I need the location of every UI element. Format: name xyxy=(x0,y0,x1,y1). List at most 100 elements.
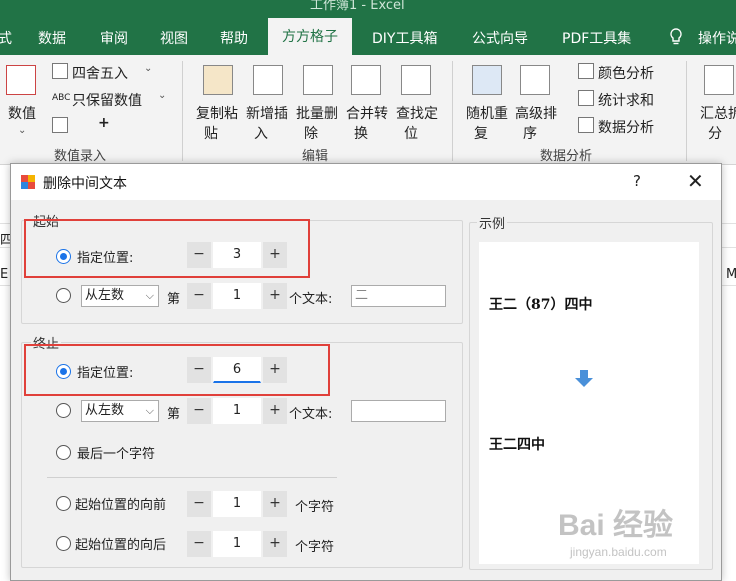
group-label-edit: 编辑 xyxy=(302,149,329,164)
copy-paste-button[interactable]: 复制粘 xyxy=(196,103,238,123)
start-nth-value[interactable]: 1 xyxy=(213,283,261,309)
chars-suffix-label: 个字符 xyxy=(295,540,335,555)
help-button[interactable]: ? xyxy=(633,172,641,190)
merge-convert-icon xyxy=(351,65,381,95)
data-analysis-button[interactable]: 数据分析 xyxy=(598,117,654,137)
di-label: 第 xyxy=(167,407,181,422)
end-before-start-radio[interactable] xyxy=(56,496,71,511)
chevron-down-icon: ⌄ xyxy=(144,63,153,74)
merge-convert-button[interactable]: 合并转 xyxy=(346,103,388,123)
advanced-sort-button[interactable]: 高级排 xyxy=(515,103,557,123)
chevron-down-icon: ⌵ xyxy=(145,289,154,302)
find-locate-button[interactable]: 查找定 xyxy=(396,103,438,123)
numeric-button[interactable]: 数值 xyxy=(8,103,36,123)
increment-button[interactable]: + xyxy=(263,283,287,309)
decrement-button[interactable]: − xyxy=(187,531,211,557)
text-suffix-label: 个文本: xyxy=(289,407,333,422)
plus-icon[interactable]: + xyxy=(98,115,110,131)
round-icon xyxy=(52,63,68,79)
dialog-title: 删除中间文本 xyxy=(43,176,127,192)
text-suffix-label: 个文本: xyxy=(289,292,333,307)
end-after-start-radio[interactable] xyxy=(56,536,71,551)
end-after-start-label: 起始位置的向后 xyxy=(75,538,167,553)
advanced-sort-icon xyxy=(520,65,550,95)
window-title: 工作簿1 - Excel xyxy=(310,0,405,13)
tab-view[interactable]: 视图 xyxy=(160,28,188,48)
start-direction-dropdown[interactable]: 从左数 ⌵ xyxy=(81,285,159,307)
stat-sum-icon xyxy=(578,90,594,106)
ribbon-body: 数值 ⌄ 四舍五入 ⌄ ABC 只保留数值 ⌄ + 数值录入 复制粘 贴 新增插… xyxy=(0,55,736,165)
chars-suffix-label: 个字符 xyxy=(295,500,335,515)
abc-icon: ABC xyxy=(52,93,71,103)
end-after-value[interactable]: 1 xyxy=(213,531,261,557)
end-nth-value[interactable]: 1 xyxy=(213,398,261,424)
summary-icon xyxy=(704,65,734,95)
tab-tell-me[interactable]: 操作说 xyxy=(698,28,736,48)
example-before-text: 王二（87）四中 xyxy=(489,297,593,313)
stat-sum-button[interactable]: 统计求和 xyxy=(598,90,654,110)
di-label: 第 xyxy=(167,292,181,307)
copy-paste-button-line2: 贴 xyxy=(204,126,218,142)
column-header: M xyxy=(726,267,736,282)
end-nth-stepper[interactable]: − 1 + xyxy=(187,398,287,424)
batch-delete-button[interactable]: 批量删 xyxy=(296,103,338,123)
tab-formula-wizard[interactable]: 公式向导 xyxy=(472,28,528,48)
decrement-button[interactable]: − xyxy=(187,283,211,309)
start-from-left-radio[interactable] xyxy=(56,288,71,303)
group-label-data: 数据分析 xyxy=(540,149,593,164)
lightbulb-icon[interactable] xyxy=(668,28,684,50)
start-text-input[interactable]: 二 xyxy=(351,285,446,307)
color-analysis-button[interactable]: 颜色分析 xyxy=(598,63,654,83)
tab-review[interactable]: 审阅 xyxy=(100,28,128,48)
end-last-char-label: 最后一个字符 xyxy=(77,447,156,462)
summary-button[interactable]: 汇总拆 xyxy=(700,103,736,123)
increment-button[interactable]: + xyxy=(263,531,287,557)
ribbon-separator xyxy=(686,61,687,161)
tab-formulas-partial[interactable]: 式 xyxy=(0,28,12,48)
tab-help[interactable]: 帮助 xyxy=(220,28,248,48)
baidu-watermark: Bai 经验 xyxy=(558,509,674,542)
column-header: E xyxy=(0,267,9,282)
end-before-stepper[interactable]: − 1 + xyxy=(187,491,287,517)
tab-diy-toolbox[interactable]: DIY工具箱 xyxy=(372,28,437,48)
summary-button-line2: 分 xyxy=(708,126,722,142)
decrement-button[interactable]: − xyxy=(187,398,211,424)
end-from-left-radio[interactable] xyxy=(56,403,71,418)
tab-pdf-tools[interactable]: PDF工具集 xyxy=(562,28,631,48)
ribbon-separator xyxy=(452,61,453,161)
new-insert-button[interactable]: 新增插 xyxy=(246,103,288,123)
tab-fangfanggezi[interactable]: 方方格子 xyxy=(268,18,352,55)
start-direction-value: 从左数 xyxy=(85,288,125,303)
close-button[interactable]: ✕ xyxy=(687,169,704,193)
arrow-down-icon xyxy=(575,370,593,387)
random-repeat-button-line2: 复 xyxy=(474,126,488,142)
highlight-box xyxy=(24,344,330,396)
end-text-input[interactable] xyxy=(351,400,446,422)
end-before-value[interactable]: 1 xyxy=(213,491,261,517)
ribbon-tab-bar: 工作簿1 - Excel 式 数据 审阅 视图 帮助 方方格子 DIY工具箱 公… xyxy=(0,0,736,55)
tab-data[interactable]: 数据 xyxy=(38,28,66,48)
edit-icon[interactable] xyxy=(52,117,68,133)
round-button[interactable]: 四舍五入 xyxy=(72,63,128,83)
keep-value-button[interactable]: 只保留数值 xyxy=(72,90,142,110)
start-nth-stepper[interactable]: − 1 + xyxy=(187,283,287,309)
divider xyxy=(47,477,337,478)
decrement-button[interactable]: − xyxy=(187,491,211,517)
copy-paste-icon xyxy=(203,65,233,95)
random-repeat-button[interactable]: 随机重 xyxy=(466,103,508,123)
batch-delete-icon xyxy=(303,65,333,95)
ribbon-separator xyxy=(182,61,183,161)
advanced-sort-button-line2: 序 xyxy=(523,126,537,142)
find-locate-icon xyxy=(401,65,431,95)
end-last-char-radio[interactable] xyxy=(56,445,71,460)
example-after-text: 王二四中 xyxy=(489,437,545,453)
increment-button[interactable]: + xyxy=(263,398,287,424)
new-insert-button-line2: 入 xyxy=(254,126,268,142)
increment-button[interactable]: + xyxy=(263,491,287,517)
end-after-stepper[interactable]: − 1 + xyxy=(187,531,287,557)
color-analysis-icon xyxy=(578,63,594,79)
example-group-label: 示例 xyxy=(477,213,508,232)
batch-delete-button-line2: 除 xyxy=(304,126,318,142)
chevron-down-icon: ⌄ xyxy=(18,125,27,136)
end-direction-dropdown[interactable]: 从左数 ⌵ xyxy=(81,400,159,422)
